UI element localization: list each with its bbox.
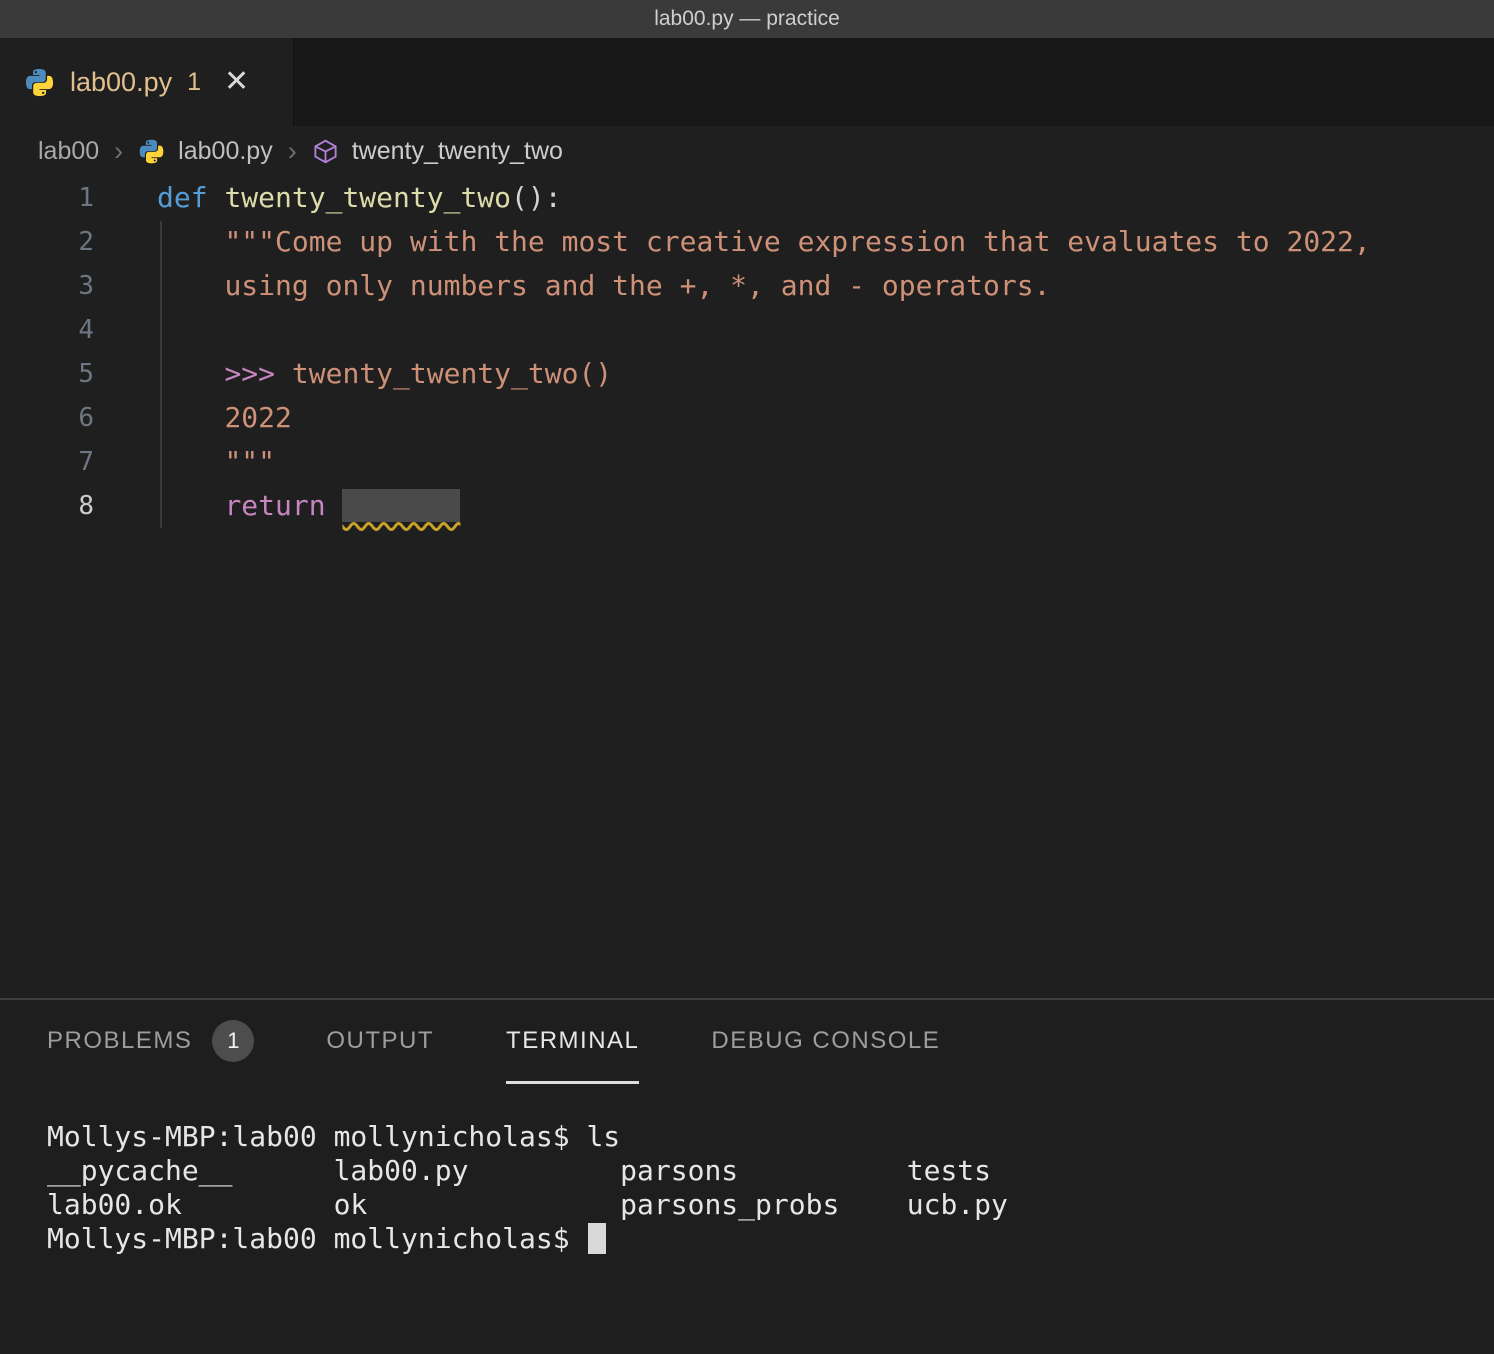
symbol-cube-icon bbox=[312, 138, 339, 165]
panel-tabs: PROBLEMS 1 OUTPUT TERMINAL DEBUG CONSOLE bbox=[0, 1000, 1494, 1084]
tab-close-icon[interactable]: ✕ bbox=[224, 67, 249, 97]
code-token: (): bbox=[511, 181, 562, 214]
terminal-cursor bbox=[588, 1223, 606, 1254]
line-number: 8 bbox=[0, 484, 140, 528]
window-titlebar: lab00.py — practice bbox=[0, 0, 1494, 38]
code-token bbox=[275, 357, 292, 390]
tab-filename: lab00.py bbox=[70, 67, 172, 98]
chevron-right-icon: › bbox=[286, 136, 299, 167]
editor-tab-lab00[interactable]: lab00.py 1 ✕ bbox=[0, 38, 294, 126]
code-line[interactable]: 1 def twenty_twenty_two(): bbox=[0, 176, 1494, 220]
code-token: >>> bbox=[224, 357, 275, 390]
terminal-line: lab00.ok ok parsons_probs ucb.py bbox=[47, 1188, 1494, 1222]
code-token: twenty_twenty_two() bbox=[292, 357, 612, 390]
line-number: 1 bbox=[0, 176, 140, 220]
indent-guide bbox=[160, 221, 162, 528]
terminal-line: Mollys-MBP:lab00 mollynicholas$ bbox=[47, 1222, 1494, 1256]
code-token bbox=[157, 269, 224, 302]
code-line[interactable]: 5 >>> twenty_twenty_two() bbox=[0, 352, 1494, 396]
panel-tab-debug-console[interactable]: DEBUG CONSOLE bbox=[711, 1000, 940, 1084]
terminal-text: __pycache__ lab00.py parsons tests bbox=[47, 1154, 991, 1187]
code-line[interactable]: 2 """Come up with the most creative expr… bbox=[0, 220, 1494, 264]
panel-tab-problems[interactable]: PROBLEMS 1 bbox=[47, 1000, 254, 1084]
terminal[interactable]: Mollys-MBP:lab00 mollynicholas$ ls__pyca… bbox=[0, 1084, 1494, 1256]
code-line[interactable]: 3 using only numbers and the +, *, and -… bbox=[0, 264, 1494, 308]
python-icon bbox=[24, 67, 55, 98]
code-token: 2022 bbox=[224, 401, 291, 434]
code-text: """ bbox=[157, 440, 275, 484]
window-title: lab00.py — practice bbox=[654, 7, 840, 31]
line-number: 7 bbox=[0, 440, 140, 484]
terminal-text: Mollys-MBP:lab00 mollynicholas$ bbox=[47, 1222, 586, 1255]
editor-tab-bar: lab00.py 1 ✕ bbox=[0, 38, 1494, 126]
breadcrumb-file[interactable]: lab00.py bbox=[178, 137, 273, 166]
panel-tab-label: OUTPUT bbox=[326, 1027, 434, 1055]
panel-tab-label: PROBLEMS bbox=[47, 1027, 192, 1055]
code-line[interactable]: 4 bbox=[0, 308, 1494, 352]
code-text: 2022 bbox=[157, 396, 292, 440]
code-token bbox=[157, 401, 224, 434]
code-text: return bbox=[157, 484, 460, 528]
code-token bbox=[157, 357, 224, 390]
code-token: """Come up with the most creative expres… bbox=[224, 225, 1370, 258]
problems-count-badge: 1 bbox=[212, 1020, 254, 1062]
code-text: >>> twenty_twenty_two() bbox=[157, 352, 612, 396]
code-token: using only numbers and the +, *, and - o… bbox=[224, 269, 1050, 302]
code-token: def bbox=[157, 181, 208, 214]
warning-squiggle-selection bbox=[342, 489, 460, 522]
python-icon bbox=[138, 138, 165, 165]
code-token bbox=[157, 489, 224, 522]
code-token: return bbox=[224, 489, 325, 522]
code-token bbox=[326, 489, 343, 522]
code-text: using only numbers and the +, *, and - o… bbox=[157, 264, 1050, 308]
line-number: 3 bbox=[0, 264, 140, 308]
terminal-text: lab00.ok ok parsons_probs ucb.py bbox=[47, 1188, 1008, 1221]
code-token bbox=[157, 225, 224, 258]
breadcrumb: lab00 › lab00.py › twenty_twenty_two bbox=[0, 126, 1494, 176]
code-token bbox=[208, 181, 225, 214]
line-number: 5 bbox=[0, 352, 140, 396]
breadcrumb-symbol[interactable]: twenty_twenty_two bbox=[352, 137, 563, 166]
terminal-line: Mollys-MBP:lab00 mollynicholas$ ls bbox=[47, 1120, 1494, 1154]
panel-tab-output[interactable]: OUTPUT bbox=[326, 1000, 434, 1084]
line-number: 2 bbox=[0, 220, 140, 264]
line-number: 4 bbox=[0, 308, 140, 352]
editor-lines: 1def twenty_twenty_two():2 """Come up wi… bbox=[0, 176, 1494, 528]
panel-tab-label: DEBUG CONSOLE bbox=[711, 1027, 940, 1055]
code-line[interactable]: 6 2022 bbox=[0, 396, 1494, 440]
tab-problems-badge: 1 bbox=[187, 68, 201, 97]
panel-tab-terminal[interactable]: TERMINAL bbox=[506, 1000, 639, 1084]
code-token: """ bbox=[224, 445, 275, 478]
terminal-text: Mollys-MBP:lab00 mollynicholas$ ls bbox=[47, 1120, 620, 1153]
bottom-panel: PROBLEMS 1 OUTPUT TERMINAL DEBUG CONSOLE Mol… bbox=[0, 998, 1494, 1354]
code-line[interactable]: 7 """ bbox=[0, 440, 1494, 484]
code-token: twenty_twenty_two bbox=[224, 181, 511, 214]
breadcrumb-folder[interactable]: lab00 bbox=[38, 137, 99, 166]
code-line[interactable]: 8 return bbox=[0, 484, 1494, 528]
code-token bbox=[157, 445, 224, 478]
panel-tab-label: TERMINAL bbox=[506, 1027, 639, 1055]
line-number: 6 bbox=[0, 396, 140, 440]
terminal-line: __pycache__ lab00.py parsons tests bbox=[47, 1154, 1494, 1188]
code-text: def twenty_twenty_two(): bbox=[157, 176, 562, 220]
code-text: """Come up with the most creative expres… bbox=[157, 220, 1371, 264]
chevron-right-icon: › bbox=[112, 136, 125, 167]
code-editor[interactable]: 1def twenty_twenty_two():2 """Come up wi… bbox=[0, 176, 1494, 998]
